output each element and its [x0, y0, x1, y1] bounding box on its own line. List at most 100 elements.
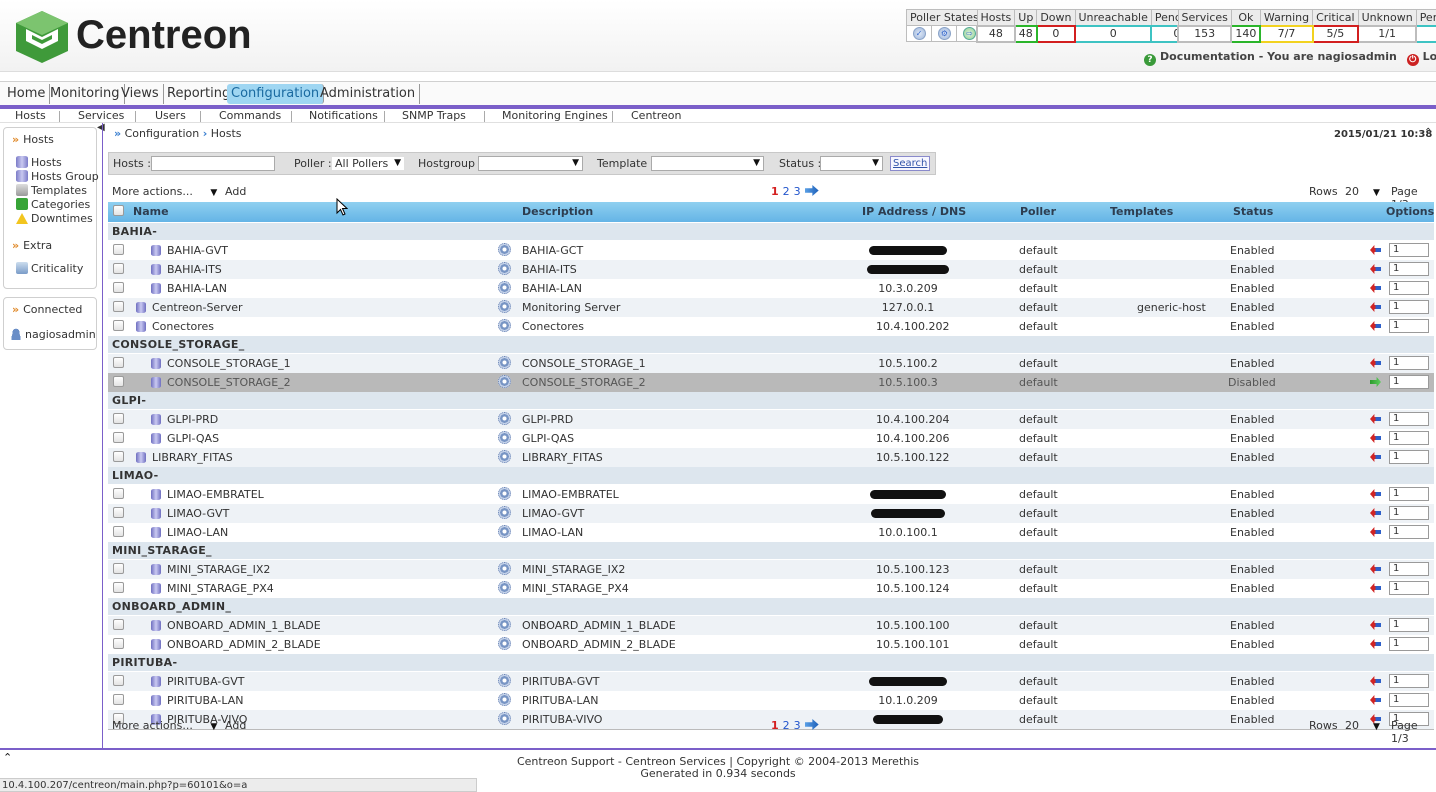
host-name-link[interactable]: CONSOLE_STORAGE_2: [167, 376, 291, 389]
services-gear-icon[interactable]: [498, 412, 511, 425]
documentation-link[interactable]: Documentation: [1160, 50, 1255, 63]
enable-host-icon[interactable]: [1370, 377, 1381, 387]
hosts-down-header[interactable]: Down: [1036, 9, 1076, 26]
more-actions-select-bottom[interactable]: More actions... ▼: [112, 719, 217, 732]
table-row[interactable]: Conectores Conectores 10.4.100.202 default E…: [108, 317, 1434, 336]
centreon-logo[interactable]: Centreon: [12, 9, 252, 65]
duplicate-count-input[interactable]: 1: [1389, 356, 1429, 370]
table-row[interactable]: GLPI-PRD GLPI-PRD 10.4.100.204 default Enabl…: [108, 410, 1434, 429]
duplicate-count-input[interactable]: 1: [1389, 431, 1429, 445]
services-gear-icon[interactable]: [498, 562, 511, 575]
sidebar-item-criticality[interactable]: Criticality: [16, 262, 83, 275]
services-gear-icon[interactable]: [498, 581, 511, 594]
disable-host-icon[interactable]: [1370, 676, 1381, 686]
host-name-link[interactable]: MINI_STARAGE_PX4: [167, 582, 274, 595]
services-gear-icon[interactable]: [498, 637, 511, 650]
table-row[interactable]: PIRITUBA-GVT PIRITUBA-GVT default Enabled 1: [108, 672, 1434, 691]
poller-filter-select[interactable]: All Pollers: [331, 156, 405, 171]
hosts-unreachable-header[interactable]: Unreachable: [1074, 9, 1152, 26]
duplicate-count-input[interactable]: 1: [1389, 281, 1429, 295]
disable-host-icon[interactable]: [1370, 564, 1381, 574]
row-checkbox[interactable]: [113, 507, 124, 518]
duplicate-count-input[interactable]: 1: [1389, 506, 1429, 520]
page-link-3[interactable]: 3: [794, 185, 801, 198]
table-row[interactable]: LIBRARY_FITAS LIBRARY_FITAS 10.5.100.122 de…: [108, 448, 1434, 467]
table-row[interactable]: Centreon-Server Monitoring Server 127.0.0.…: [108, 298, 1434, 317]
hosts-header[interactable]: Hosts: [976, 9, 1016, 26]
row-checkbox[interactable]: [113, 526, 124, 537]
page-link-1[interactable]: 1: [771, 185, 779, 198]
disable-host-icon[interactable]: [1370, 489, 1381, 499]
services-gear-icon[interactable]: [498, 243, 511, 256]
col-name[interactable]: Name: [133, 205, 169, 218]
services-unknown-count[interactable]: 1/1: [1357, 24, 1418, 43]
table-row[interactable]: BAHIA-GVT BAHIA-GCT default Enabled 1: [108, 241, 1434, 260]
sidebar-item-hosts-group[interactable]: Hosts Group: [16, 170, 99, 183]
row-checkbox[interactable]: [113, 451, 124, 462]
services-gear-icon[interactable]: [498, 319, 511, 332]
page-link-2[interactable]: 2: [783, 185, 790, 198]
services-ok-count[interactable]: 140: [1230, 24, 1262, 43]
nav-configuration[interactable]: Configuration: [227, 84, 325, 104]
disable-host-icon[interactable]: [1370, 452, 1381, 462]
search-button[interactable]: Search: [890, 156, 931, 171]
services-gear-icon[interactable]: [498, 431, 511, 444]
row-checkbox[interactable]: [113, 357, 124, 368]
host-name-link[interactable]: LIBRARY_FITAS: [152, 451, 233, 464]
services-ok-header[interactable]: Ok: [1230, 9, 1261, 26]
poller-latency-icon[interactable]: ⚙: [931, 25, 958, 42]
page-link-2-bottom[interactable]: 2: [783, 719, 790, 732]
host-name-link[interactable]: LIMAO-EMBRATEL: [167, 488, 264, 501]
host-name-link[interactable]: GLPI-PRD: [167, 413, 218, 426]
services-warning-count[interactable]: 7/7: [1259, 24, 1314, 43]
services-gear-icon[interactable]: [498, 356, 511, 369]
duplicate-count-input[interactable]: 1: [1389, 693, 1429, 707]
table-row[interactable]: CONSOLE_STORAGE_1 CONSOLE_STORAGE_1 10.5.1…: [108, 354, 1434, 373]
services-gear-icon[interactable]: [498, 618, 511, 631]
duplicate-count-input[interactable]: 1: [1389, 581, 1429, 595]
subnav-notifications[interactable]: Notifications: [309, 109, 378, 123]
poller-running-icon[interactable]: ✓: [905, 25, 933, 42]
subnav-services[interactable]: Services: [78, 109, 124, 123]
services-pending-count[interactable]: 0: [1415, 24, 1436, 43]
host-name-link[interactable]: ONBOARD_ADMIN_1_BLADE: [167, 619, 321, 632]
table-row[interactable]: LIMAO-EMBRATEL LIMAO-EMBRATEL default Enabl…: [108, 485, 1434, 504]
row-checkbox[interactable]: [113, 413, 124, 424]
services-warning-header[interactable]: Warning: [1259, 9, 1314, 26]
next-page-icon[interactable]: [804, 185, 819, 196]
duplicate-count-input[interactable]: 1: [1389, 487, 1429, 501]
row-checkbox[interactable]: [113, 694, 124, 705]
table-row[interactable]: CONSOLE_STORAGE_2 CONSOLE_STORAGE_2 10.5.1…: [108, 373, 1434, 392]
host-name-link[interactable]: ONBOARD_ADMIN_2_BLADE: [167, 638, 321, 651]
table-row[interactable]: ONBOARD_ADMIN_2_BLADE ONBOARD_ADMIN_2_BLA…: [108, 635, 1434, 654]
duplicate-count-input[interactable]: 1: [1389, 450, 1429, 464]
services-gear-icon[interactable]: [498, 712, 511, 725]
disable-host-icon[interactable]: [1370, 639, 1381, 649]
disable-host-icon[interactable]: [1370, 414, 1381, 424]
disable-host-icon[interactable]: [1370, 583, 1381, 593]
table-row[interactable]: BAHIA-ITS BAHIA-ITS default Enabled 1: [108, 260, 1434, 279]
disable-host-icon[interactable]: [1370, 321, 1381, 331]
table-row[interactable]: MINI_STARAGE_PX4 MINI_STARAGE_PX4 10.5.100…: [108, 579, 1434, 598]
disable-host-icon[interactable]: [1370, 283, 1381, 293]
row-checkbox[interactable]: [113, 638, 124, 649]
subnav-hosts[interactable]: Hosts: [15, 109, 46, 123]
duplicate-count-input[interactable]: 1: [1389, 618, 1429, 632]
row-checkbox[interactable]: [113, 619, 124, 630]
rows-per-page-select-bottom[interactable]: 20 ▼: [1345, 719, 1380, 732]
table-row[interactable]: BAHIA-LAN BAHIA-LAN 10.3.0.209 default Enabl…: [108, 279, 1434, 298]
table-row[interactable]: PIRITUBA-LAN PIRITUBA-LAN 10.1.0.209 defaul…: [108, 691, 1434, 710]
services-unknown-header[interactable]: Unknown: [1357, 9, 1417, 26]
host-name-link[interactable]: BAHIA-GVT: [167, 244, 228, 257]
page-link-3-bottom[interactable]: 3: [794, 719, 801, 732]
services-header[interactable]: Services: [1177, 9, 1232, 26]
host-name-link[interactable]: Conectores: [152, 320, 214, 333]
subnav-snmp-traps[interactable]: SNMP Traps: [402, 109, 466, 123]
host-name-link[interactable]: CONSOLE_STORAGE_1: [167, 357, 291, 370]
row-checkbox[interactable]: [113, 376, 124, 387]
services-pending-header[interactable]: Pending: [1415, 9, 1436, 26]
sidebar-collapse-icon[interactable]: ◀: [97, 122, 105, 133]
host-name-link[interactable]: Centreon-Server: [152, 301, 243, 314]
add-host-link[interactable]: Add: [225, 185, 246, 198]
row-checkbox[interactable]: [113, 488, 124, 499]
